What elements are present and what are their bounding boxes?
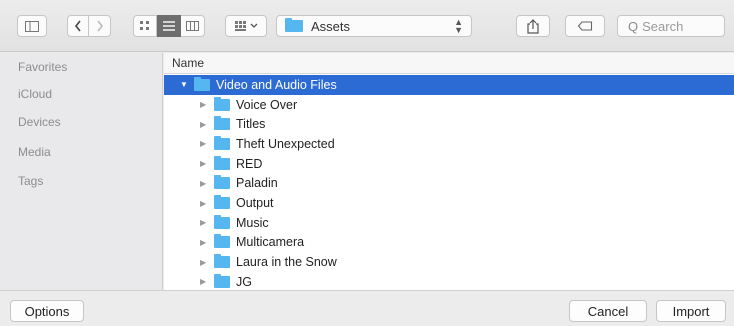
folder-icon <box>214 195 230 210</box>
disclosure-triangle-icon[interactable]: ▶ <box>200 179 210 188</box>
list-view-button[interactable] <box>157 15 181 37</box>
disclosure-triangle-icon[interactable]: ▶ <box>200 139 210 148</box>
column-view-button[interactable] <box>181 15 205 37</box>
disclosure-triangle-icon[interactable]: ▶ <box>200 218 210 227</box>
list-item-label: Paladin <box>236 176 278 191</box>
options-button[interactable]: Options <box>10 300 84 322</box>
folder-icon <box>214 234 230 249</box>
share-button[interactable] <box>516 15 550 37</box>
list-item-output[interactable]: ▶ Output <box>164 193 734 213</box>
list-item-titles[interactable]: ▶ Titles <box>164 114 734 134</box>
list-item-label: JG <box>236 274 252 289</box>
list-item-label: RED <box>236 156 263 171</box>
list-item-theft-unexpected[interactable]: ▶ Theft Unexpected <box>164 134 734 154</box>
disclosure-triangle-open-icon[interactable]: ▼ <box>180 80 190 89</box>
cancel-button[interactable]: Cancel <box>569 300 647 322</box>
arrange-grid-icon <box>234 20 246 31</box>
folder-icon <box>214 254 230 269</box>
import-button[interactable]: Import <box>656 300 726 322</box>
list-item-laura-in-the-snow[interactable]: ▶ Laura in the Snow <box>164 252 734 272</box>
chevron-down-icon <box>250 23 257 28</box>
chevron-right-icon <box>96 20 103 32</box>
forward-button[interactable] <box>89 15 111 37</box>
list-item-video-and-audio-files[interactable]: ▼ Video and Audio Files <box>164 75 734 95</box>
list-item-label: Multicamera <box>236 235 305 250</box>
sidebar-icon <box>25 20 39 32</box>
sidebar-toggle-button[interactable] <box>17 15 47 37</box>
sidebar-item-tags[interactable]: Tags <box>18 174 43 188</box>
disclosure-triangle-icon[interactable]: ▶ <box>200 159 210 168</box>
list-item-label: Titles <box>236 117 266 132</box>
search-field[interactable]: Q <box>617 15 725 37</box>
name-column-header[interactable]: Name <box>164 53 734 74</box>
back-forward-group <box>67 15 111 37</box>
folder-icon <box>214 116 230 131</box>
list-item-label: Music <box>236 215 269 230</box>
list-item-paladin[interactable]: ▶ Paladin <box>164 174 734 194</box>
location-label: Assets <box>311 18 351 34</box>
arrange-button[interactable] <box>225 15 267 37</box>
back-button[interactable] <box>67 15 89 37</box>
list-item-label: Theft Unexpected <box>236 136 335 151</box>
toolbar: Assets ▲ ▼ Q <box>0 0 734 52</box>
sidebar-item-icloud[interactable]: iCloud <box>18 87 52 101</box>
share-icon <box>527 18 539 34</box>
list-item-label: Voice Over <box>236 97 298 112</box>
folder-icon <box>214 214 230 229</box>
icon-view-button[interactable] <box>133 15 157 37</box>
sidebar-item-favorites[interactable]: Favorites <box>18 60 67 74</box>
list-item-jg[interactable]: ▶ JG <box>164 272 734 290</box>
sidebar: Favorites iCloud Devices Media Tags <box>0 53 163 290</box>
file-list: Name ▼ Video and Audio Files ▶ Voice Ove… <box>164 53 734 290</box>
search-icon: Q <box>628 18 639 34</box>
folder-icon <box>194 76 210 91</box>
disclosure-triangle-icon[interactable]: ▶ <box>200 120 210 129</box>
grid-icon <box>140 21 149 30</box>
list-item-music[interactable]: ▶ Music <box>164 213 734 233</box>
list-icon <box>162 21 175 31</box>
disclosure-triangle-icon[interactable]: ▶ <box>200 100 210 109</box>
dialog-footer: Options Cancel Import <box>0 290 734 326</box>
sidebar-item-media[interactable]: Media <box>18 145 51 159</box>
folder-icon <box>214 175 230 190</box>
location-popup[interactable]: Assets ▲ ▼ <box>276 15 472 37</box>
list-item-label: Video and Audio Files <box>216 77 337 92</box>
disclosure-triangle-icon[interactable]: ▶ <box>200 238 210 247</box>
view-mode-group <box>133 15 205 37</box>
disclosure-triangle-icon[interactable]: ▶ <box>200 277 210 286</box>
folder-icon <box>214 273 230 288</box>
columns-icon <box>186 21 199 31</box>
tag-button[interactable] <box>565 15 605 37</box>
folder-icon <box>214 135 230 150</box>
list-item-voice-over[interactable]: ▶ Voice Over <box>164 95 734 115</box>
chevron-left-icon <box>74 20 81 32</box>
folder-icon <box>285 18 303 32</box>
list-item-red[interactable]: ▶ RED <box>164 154 734 174</box>
disclosure-triangle-icon[interactable]: ▶ <box>200 258 210 267</box>
list-item-multicamera[interactable]: ▶ Multicamera <box>164 233 734 253</box>
search-input[interactable] <box>642 18 723 34</box>
tag-icon <box>577 21 593 31</box>
list-item-label: Output <box>236 196 274 211</box>
up-down-arrows-icon: ▲ ▼ <box>454 17 463 35</box>
sidebar-item-devices[interactable]: Devices <box>18 115 61 129</box>
list-item-label: Laura in the Snow <box>236 255 337 270</box>
folder-icon <box>214 155 230 170</box>
folder-icon <box>214 96 230 111</box>
disclosure-triangle-icon[interactable]: ▶ <box>200 199 210 208</box>
